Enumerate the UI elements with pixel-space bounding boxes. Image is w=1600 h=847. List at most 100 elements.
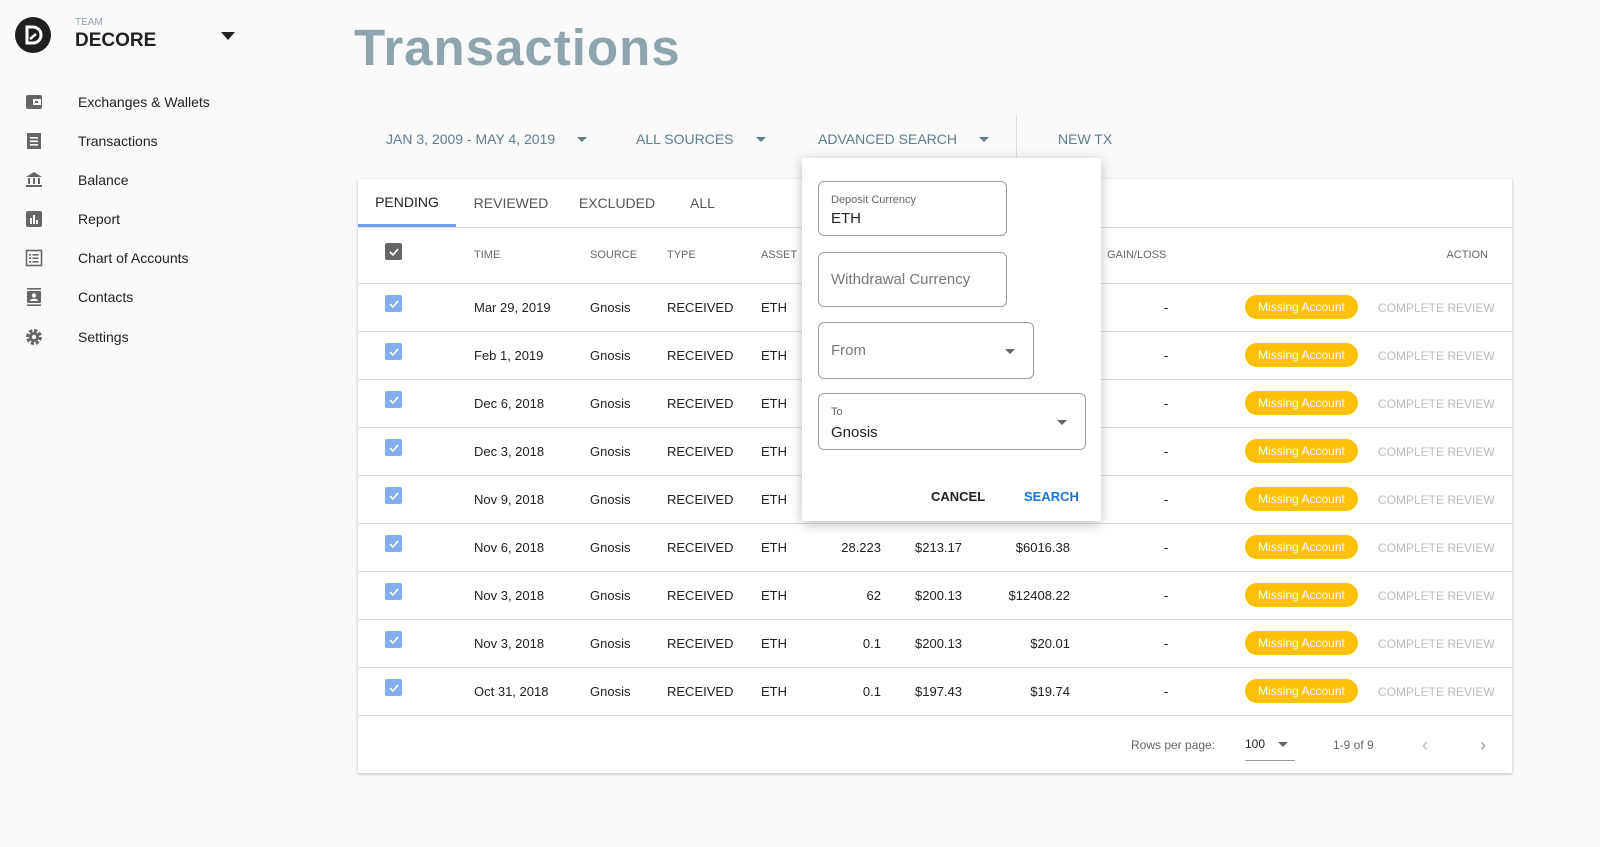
header-asset[interactable]: ASSET bbox=[761, 249, 797, 261]
contacts-icon bbox=[24, 287, 44, 307]
team-dropdown-caret-icon[interactable] bbox=[221, 32, 235, 40]
sidebar-item-exchanges-wallets[interactable]: Exchanges & Wallets bbox=[24, 87, 284, 117]
complete-review-button[interactable]: COMPLETE REVIEW bbox=[1378, 397, 1495, 411]
cell-type: RECEIVED bbox=[667, 300, 734, 315]
sidebar-item-balance[interactable]: Balance bbox=[24, 165, 284, 195]
status-badge[interactable]: Missing Account bbox=[1245, 487, 1358, 511]
row-checkbox[interactable] bbox=[385, 295, 402, 312]
status-badge[interactable]: Missing Account bbox=[1245, 583, 1358, 607]
rows-per-page-value: 100 bbox=[1245, 737, 1266, 751]
tab-pending[interactable]: PENDING bbox=[358, 179, 456, 227]
cell-time: Feb 1, 2019 bbox=[474, 348, 544, 363]
cell-amount: 0.1 bbox=[862, 636, 881, 651]
complete-review-button[interactable]: COMPLETE REVIEW bbox=[1378, 589, 1495, 603]
row-checkbox[interactable] bbox=[385, 439, 402, 456]
status-badge[interactable]: Missing Account bbox=[1245, 295, 1358, 319]
complete-review-button[interactable]: COMPLETE REVIEW bbox=[1378, 349, 1495, 363]
tab-reviewed[interactable]: REVIEWED bbox=[466, 179, 556, 227]
deposit-currency-label: Deposit Currency bbox=[831, 194, 916, 206]
header-source[interactable]: SOURCE bbox=[590, 249, 637, 261]
complete-review-button[interactable]: COMPLETE REVIEW bbox=[1378, 637, 1495, 651]
status-badge[interactable]: Missing Account bbox=[1245, 343, 1358, 367]
rows-per-page-select[interactable]: 100 bbox=[1245, 732, 1295, 761]
cell-price: $200.13 bbox=[915, 636, 962, 651]
tab-excluded[interactable]: EXCLUDED bbox=[572, 179, 662, 227]
complete-review-button[interactable]: COMPLETE REVIEW bbox=[1378, 685, 1495, 699]
cell-time: Oct 31, 2018 bbox=[474, 684, 549, 699]
to-label: To bbox=[831, 406, 843, 418]
cancel-button[interactable]: CANCEL bbox=[931, 489, 985, 504]
tab-all[interactable]: ALL bbox=[680, 179, 725, 227]
divider bbox=[358, 571, 1512, 572]
from-select[interactable]: From bbox=[818, 322, 1034, 379]
sidebar-item-chart-of-accounts[interactable]: Chart of Accounts bbox=[24, 243, 284, 273]
row-checkbox[interactable] bbox=[385, 391, 402, 408]
cell-source: Gnosis bbox=[590, 444, 631, 459]
withdrawal-currency-field[interactable]: Withdrawal Currency bbox=[818, 252, 1007, 307]
status-badge[interactable]: Missing Account bbox=[1245, 439, 1358, 463]
from-placeholder: From bbox=[831, 342, 866, 359]
next-page-icon[interactable]: › bbox=[1480, 735, 1486, 756]
new-tx-button[interactable]: NEW TX bbox=[1058, 131, 1112, 147]
cell-type: RECEIVED bbox=[667, 540, 734, 555]
cell-source: Gnosis bbox=[590, 300, 631, 315]
complete-review-button[interactable]: COMPLETE REVIEW bbox=[1378, 301, 1495, 315]
cell-asset: ETH bbox=[761, 540, 787, 555]
status-badge[interactable]: Missing Account bbox=[1245, 679, 1358, 703]
row-checkbox[interactable] bbox=[385, 631, 402, 648]
search-button[interactable]: SEARCH bbox=[1024, 489, 1079, 504]
sources-filter[interactable]: ALL SOURCES bbox=[636, 131, 766, 147]
sidebar-item-report[interactable]: Report bbox=[24, 204, 284, 234]
complete-review-button[interactable]: COMPLETE REVIEW bbox=[1378, 541, 1495, 555]
toolbar-divider bbox=[1016, 115, 1017, 159]
header-action: ACTION bbox=[1446, 249, 1488, 261]
advanced-search-toggle[interactable]: ADVANCED SEARCH bbox=[818, 131, 989, 147]
divider bbox=[358, 523, 1512, 524]
bar-chart-icon bbox=[24, 209, 44, 229]
cell-time: Nov 3, 2018 bbox=[474, 588, 545, 603]
row-checkbox[interactable] bbox=[385, 583, 402, 600]
header-gain-loss[interactable]: GAIN/LOSS bbox=[1107, 249, 1166, 261]
row-checkbox[interactable] bbox=[385, 343, 402, 360]
sidebar-item-contacts[interactable]: Contacts bbox=[24, 282, 284, 312]
divider bbox=[358, 619, 1512, 620]
sidebar-item-settings[interactable]: Settings bbox=[24, 322, 284, 352]
gear-icon bbox=[24, 327, 44, 347]
list-icon bbox=[24, 248, 44, 268]
cell-gain-loss: - bbox=[1164, 300, 1169, 315]
chevron-down-icon bbox=[979, 136, 989, 142]
cell-type: RECEIVED bbox=[667, 636, 734, 651]
cell-type: RECEIVED bbox=[667, 396, 734, 411]
cell-gain-loss: - bbox=[1164, 636, 1169, 651]
deposit-currency-field[interactable]: Deposit Currency ETH bbox=[818, 181, 1007, 236]
cell-amount: 0.1 bbox=[862, 684, 881, 699]
row-checkbox[interactable] bbox=[385, 679, 402, 696]
date-range-filter[interactable]: JAN 3, 2009 - MAY 4, 2019 bbox=[386, 131, 588, 147]
complete-review-button[interactable]: COMPLETE REVIEW bbox=[1378, 445, 1495, 459]
header-time[interactable]: TIME bbox=[474, 249, 500, 261]
cell-asset: ETH bbox=[761, 348, 787, 363]
bank-icon bbox=[24, 170, 44, 190]
cell-value: $12408.22 bbox=[1008, 588, 1070, 603]
header-type[interactable]: TYPE bbox=[667, 249, 696, 261]
cell-source: Gnosis bbox=[590, 636, 631, 651]
cell-gain-loss: - bbox=[1164, 492, 1169, 507]
cell-source: Gnosis bbox=[590, 348, 631, 363]
row-checkbox[interactable] bbox=[385, 535, 402, 552]
cell-time: Nov 6, 2018 bbox=[474, 540, 545, 555]
chevron-down-icon bbox=[577, 136, 588, 142]
status-badge[interactable]: Missing Account bbox=[1245, 631, 1358, 655]
to-value: Gnosis bbox=[831, 424, 878, 441]
prev-page-icon[interactable]: ‹ bbox=[1422, 735, 1428, 756]
sidebar-item-transactions[interactable]: Transactions bbox=[24, 126, 284, 156]
status-badge[interactable]: Missing Account bbox=[1245, 535, 1358, 559]
row-checkbox[interactable] bbox=[385, 487, 402, 504]
sidebar-item-label: Transactions bbox=[78, 133, 158, 149]
cell-type: RECEIVED bbox=[667, 444, 734, 459]
status-badge[interactable]: Missing Account bbox=[1245, 391, 1358, 415]
complete-review-button[interactable]: COMPLETE REVIEW bbox=[1378, 493, 1495, 507]
cell-amount: 62 bbox=[866, 588, 881, 603]
select-all-checkbox[interactable] bbox=[385, 243, 402, 260]
to-select[interactable]: To Gnosis bbox=[818, 393, 1086, 450]
team-label: TEAM bbox=[75, 17, 103, 28]
